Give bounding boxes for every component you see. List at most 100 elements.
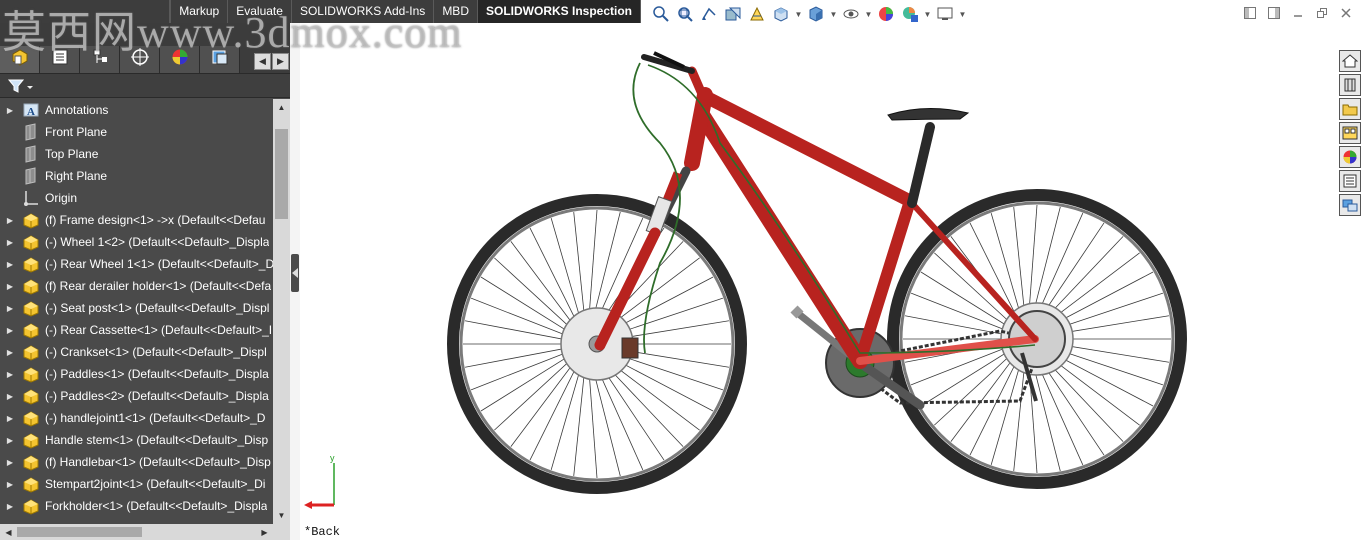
minimize-icon[interactable]	[1291, 6, 1305, 20]
section-view-icon[interactable]	[722, 4, 744, 24]
tree-item[interactable]: ▶ (f) Frame design<1> ->x (Default<<Defau	[0, 209, 273, 231]
zoom-to-area-icon[interactable]	[674, 4, 696, 24]
expand-arrow-icon[interactable]: ▶	[0, 480, 20, 489]
expand-arrow-icon[interactable]: ▶	[0, 326, 20, 335]
scroll-down-icon[interactable]: ▼	[273, 507, 290, 524]
tree-item[interactable]: ▶ Handle stem<1> (Default<<Default>_Disp	[0, 429, 273, 451]
dynamic-annotation-icon[interactable]	[746, 4, 768, 24]
restore-icon[interactable]	[1315, 6, 1329, 20]
tree-item[interactable]: ▶ (-) Crankset<1> (Default<<Default>_Disp…	[0, 341, 273, 363]
tree-item-label: Stempart2joint<1> (Default<<Default>_Di	[45, 477, 266, 491]
part-icon	[20, 343, 42, 361]
previous-view-icon[interactable]	[698, 4, 720, 24]
tree-item[interactable]: ▶ (-) handlejoint1<1> (Default<<Default>_…	[0, 407, 273, 429]
tile-right-icon[interactable]	[1267, 6, 1281, 20]
file-explorer-icon[interactable]	[1339, 98, 1361, 120]
tree-item[interactable]: Right Plane	[0, 165, 273, 187]
panel-tab-display-manager[interactable]	[160, 46, 200, 73]
tree-item[interactable]: ▶ (f) Handlebar<1> (Default<<Default>_Dis…	[0, 451, 273, 473]
command-manager-tabbar: SketchMarkupEvaluateSOLIDWORKS Add-InsMB…	[0, 0, 1361, 23]
scroll-up-icon[interactable]: ▲	[273, 99, 290, 116]
tree-item[interactable]: ▶ Stempart2joint<1> (Default<<Default>_Di	[0, 473, 273, 495]
expand-arrow-icon[interactable]: ▶	[0, 370, 20, 379]
apply-scene-icon[interactable]	[899, 4, 921, 24]
dropdown-arrow-icon[interactable]: ▼	[923, 10, 932, 19]
expand-arrow-icon[interactable]: ▶	[0, 436, 20, 445]
panel-tab-property-manager[interactable]	[40, 46, 80, 73]
tree-item[interactable]: Front Plane	[0, 121, 273, 143]
edit-appearance-icon[interactable]	[875, 4, 897, 24]
forum-icon[interactable]	[1339, 194, 1361, 216]
zoom-to-fit-icon[interactable]	[650, 4, 672, 24]
seat-stay	[907, 198, 1038, 342]
tile-left-icon[interactable]	[1243, 6, 1257, 20]
custom-properties-icon[interactable]	[1339, 170, 1361, 192]
expand-arrow-icon[interactable]: ▶	[0, 238, 20, 247]
tree-item-label: (-) Paddles<2> (Default<<Default>_Displa	[45, 389, 269, 403]
display-style-icon[interactable]	[805, 4, 827, 24]
solidworks-resources-icon[interactable]	[1339, 50, 1361, 72]
ribbon-tab-markup[interactable]: Markup	[171, 0, 229, 23]
part-icon	[20, 365, 42, 383]
dropdown-arrow-icon[interactable]: ▼	[794, 10, 803, 19]
horizontal-scroll-thumb[interactable]	[17, 527, 142, 537]
expand-arrow-icon[interactable]: ▶	[0, 304, 20, 313]
filter-button[interactable]	[6, 77, 34, 95]
close-icon[interactable]	[1339, 6, 1353, 20]
expand-arrow-icon[interactable]: ▶	[0, 106, 20, 115]
hide-show-icon[interactable]	[840, 4, 862, 24]
tab-scroll-right-icon[interactable]: ▶	[272, 53, 289, 70]
panel-collapse-handle[interactable]	[291, 254, 299, 292]
tree-item-label: Handle stem<1> (Default<<Default>_Disp	[45, 433, 269, 447]
ribbon-tab-solidworks-inspection[interactable]: SOLIDWORKS Inspection	[477, 0, 641, 23]
ribbon-tab-evaluate[interactable]: Evaluate	[228, 0, 292, 23]
heads-up-view-toolbar: ▼ ▼ ▼ ▼ ▼	[650, 3, 967, 25]
tree-item[interactable]: ▶ (-) Paddles<2> (Default<<Default>_Displ…	[0, 385, 273, 407]
vertical-scroll-thumb[interactable]	[275, 129, 288, 219]
expand-arrow-icon[interactable]: ▶	[0, 348, 20, 357]
view-orientation-icon[interactable]	[770, 4, 792, 24]
expand-arrow-icon[interactable]: ▶	[0, 282, 20, 291]
expand-arrow-icon[interactable]: ▶	[0, 502, 20, 511]
tree-item[interactable]: ▶ A Annotations	[0, 99, 273, 121]
view-settings-icon[interactable]	[934, 4, 956, 24]
panel-tab-feature-manager[interactable]	[0, 46, 40, 73]
tree-item-label: (-) Rear Cassette<1> (Default<<Default>_…	[45, 323, 273, 337]
tab-scroll-left-icon[interactable]: ◀	[254, 53, 271, 70]
dropdown-arrow-icon[interactable]: ▼	[958, 10, 967, 19]
panel-tab-configuration-manager[interactable]	[80, 46, 120, 73]
head-tube	[684, 87, 713, 171]
expand-arrow-icon[interactable]: ▶	[0, 216, 20, 225]
appearances-icon[interactable]	[1339, 146, 1361, 168]
ribbon-tab-hidden-0[interactable]	[0, 0, 171, 23]
tree-item[interactable]: ▶ (-) Wheel 1<2> (Default<<Default>_Displ…	[0, 231, 273, 253]
seat-post	[907, 122, 935, 208]
panel-tab-cam[interactable]	[200, 46, 240, 73]
view-palette-icon[interactable]	[1339, 122, 1361, 144]
tree-item[interactable]: Top Plane	[0, 143, 273, 165]
tree-item[interactable]: ▶ Forkholder<1> (Default<<Default>_Displa	[0, 495, 273, 517]
expand-arrow-icon[interactable]: ▶	[0, 392, 20, 401]
tree-item[interactable]: ▶ (f) Rear derailer holder<1> (Default<<D…	[0, 275, 273, 297]
dropdown-arrow-icon[interactable]: ▼	[864, 10, 873, 19]
tree-item[interactable]: ▶ (-) Seat post<1> (Default<<Default>_Dis…	[0, 297, 273, 319]
design-library-icon[interactable]	[1339, 74, 1361, 96]
dropdown-arrow-icon[interactable]: ▼	[829, 10, 838, 19]
tree-vertical-scrollbar[interactable]: ▲ ▼	[273, 99, 290, 540]
tree-item[interactable]: ▶ (-) Rear Cassette<1> (Default<<Default>…	[0, 319, 273, 341]
tree-horizontal-scrollbar[interactable]: ◀ ▶	[0, 524, 273, 540]
expand-arrow-icon[interactable]: ▶	[0, 414, 20, 423]
configuration-manager-icon	[91, 48, 109, 71]
ribbon-tab-solidworks-add-ins[interactable]: SOLIDWORKS Add-Ins	[292, 0, 435, 23]
scroll-right-icon[interactable]: ▶	[256, 524, 273, 540]
scroll-left-icon[interactable]: ◀	[0, 524, 17, 540]
panel-tab-dimxpert[interactable]	[120, 46, 160, 73]
expand-arrow-icon[interactable]: ▶	[0, 260, 20, 269]
graphics-area[interactable]: y x *Back	[300, 23, 1339, 540]
tree-item-label: (-) Paddles<1> (Default<<Default>_Displa	[45, 367, 269, 381]
tree-item[interactable]: Origin	[0, 187, 273, 209]
ribbon-tab-mbd[interactable]: MBD	[434, 0, 478, 23]
tree-item[interactable]: ▶ (-) Paddles<1> (Default<<Default>_Displ…	[0, 363, 273, 385]
tree-item[interactable]: ▶ (-) Rear Wheel 1<1> (Default<<Default>_…	[0, 253, 273, 275]
expand-arrow-icon[interactable]: ▶	[0, 458, 20, 467]
